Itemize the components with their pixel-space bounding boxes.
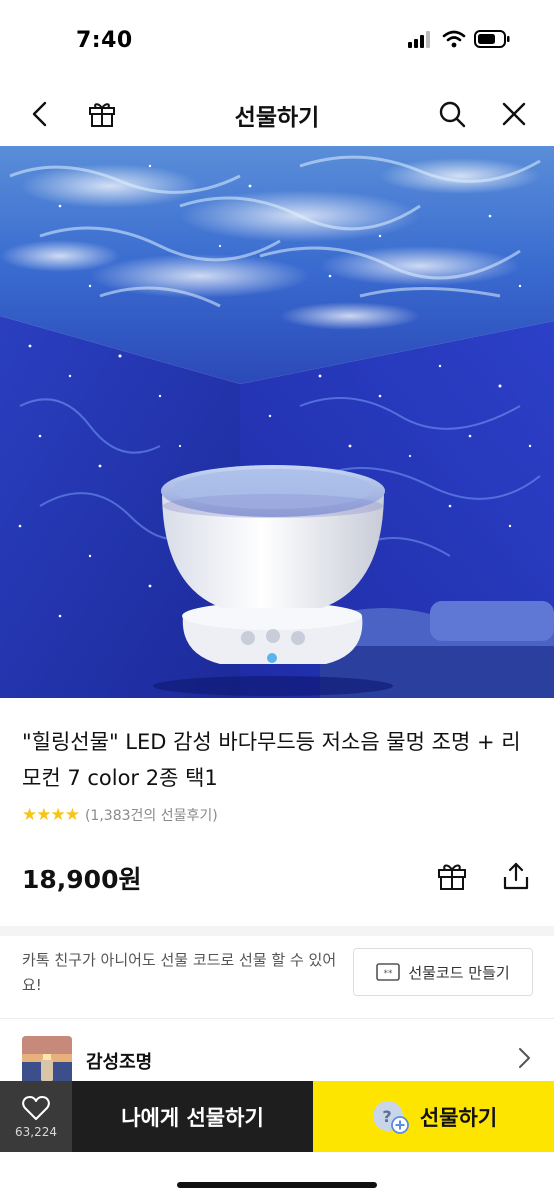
gift-wrap-button[interactable] — [432, 856, 472, 896]
rating-row[interactable]: ★★★★ (1,383건의 선물후기) — [22, 805, 218, 825]
status-time: 7:40 — [76, 28, 133, 53]
gift-to-myself-button[interactable]: 나에게 선물하기 — [72, 1081, 313, 1152]
svg-text:**: ** — [384, 969, 394, 979]
home-indicator[interactable] — [177, 1182, 377, 1188]
chevron-right-icon — [519, 1048, 530, 1068]
category-label: 감성조명 — [86, 1052, 153, 1073]
svg-text:?: ? — [382, 1107, 391, 1126]
gift-box-button[interactable] — [82, 94, 122, 134]
review-count[interactable]: (1,383건의 선물후기) — [85, 805, 218, 825]
close-icon — [502, 102, 526, 126]
product-price: 18,900원 — [22, 865, 142, 894]
wishlist-count: 63,224 — [15, 1124, 57, 1139]
product-title: "힐링선물" LED 감성 바다무드등 저소음 물멍 조명 + 리모컨 7 co… — [22, 730, 521, 790]
create-gift-code-button[interactable]: ** 선물코드 만들기 — [353, 948, 533, 996]
rating-stars: ★★★★ — [22, 805, 80, 825]
home-indicator-area — [0, 1152, 554, 1200]
section-divider — [0, 1018, 554, 1019]
battery-icon — [474, 30, 510, 48]
projector-photo — [0, 146, 554, 698]
create-gift-code-label: 선물코드 만들기 — [408, 963, 510, 982]
product-hero-image[interactable] — [0, 146, 554, 698]
signal-icon — [408, 31, 430, 48]
gift-friend-icon: ? — [372, 1100, 409, 1134]
bottom-action-bar: 63,224 나에게 선물하기 ? 선물하기 — [0, 1081, 554, 1152]
back-button[interactable] — [20, 94, 60, 134]
close-button[interactable] — [494, 94, 534, 134]
search-button[interactable] — [432, 94, 472, 134]
wishlist-button[interactable]: 63,224 — [0, 1081, 72, 1152]
heart-icon — [22, 1095, 50, 1120]
gift-icon — [89, 103, 115, 127]
chevron-left-icon — [32, 101, 47, 127]
send-gift-label: 선물하기 — [419, 1105, 498, 1130]
section-divider — [0, 926, 554, 936]
gift-code-description: 카톡 친구가 아니어도 선물 코드로 선물 할 수 있어요! — [22, 951, 337, 994]
gift-icon — [438, 864, 466, 890]
wifi-icon — [442, 30, 466, 48]
category-thumbnail — [22, 1036, 72, 1086]
search-icon — [439, 101, 466, 128]
share-icon — [503, 862, 529, 890]
top-navigation: 선물하기 — [0, 80, 554, 146]
send-gift-button[interactable]: ? 선물하기 — [313, 1081, 554, 1152]
status-icons — [408, 30, 510, 48]
status-bar: 7:40 — [0, 0, 554, 80]
gift-code-icon: ** — [376, 963, 401, 981]
category-row[interactable]: 감성조명 — [0, 1030, 554, 1086]
share-button[interactable] — [496, 856, 536, 896]
